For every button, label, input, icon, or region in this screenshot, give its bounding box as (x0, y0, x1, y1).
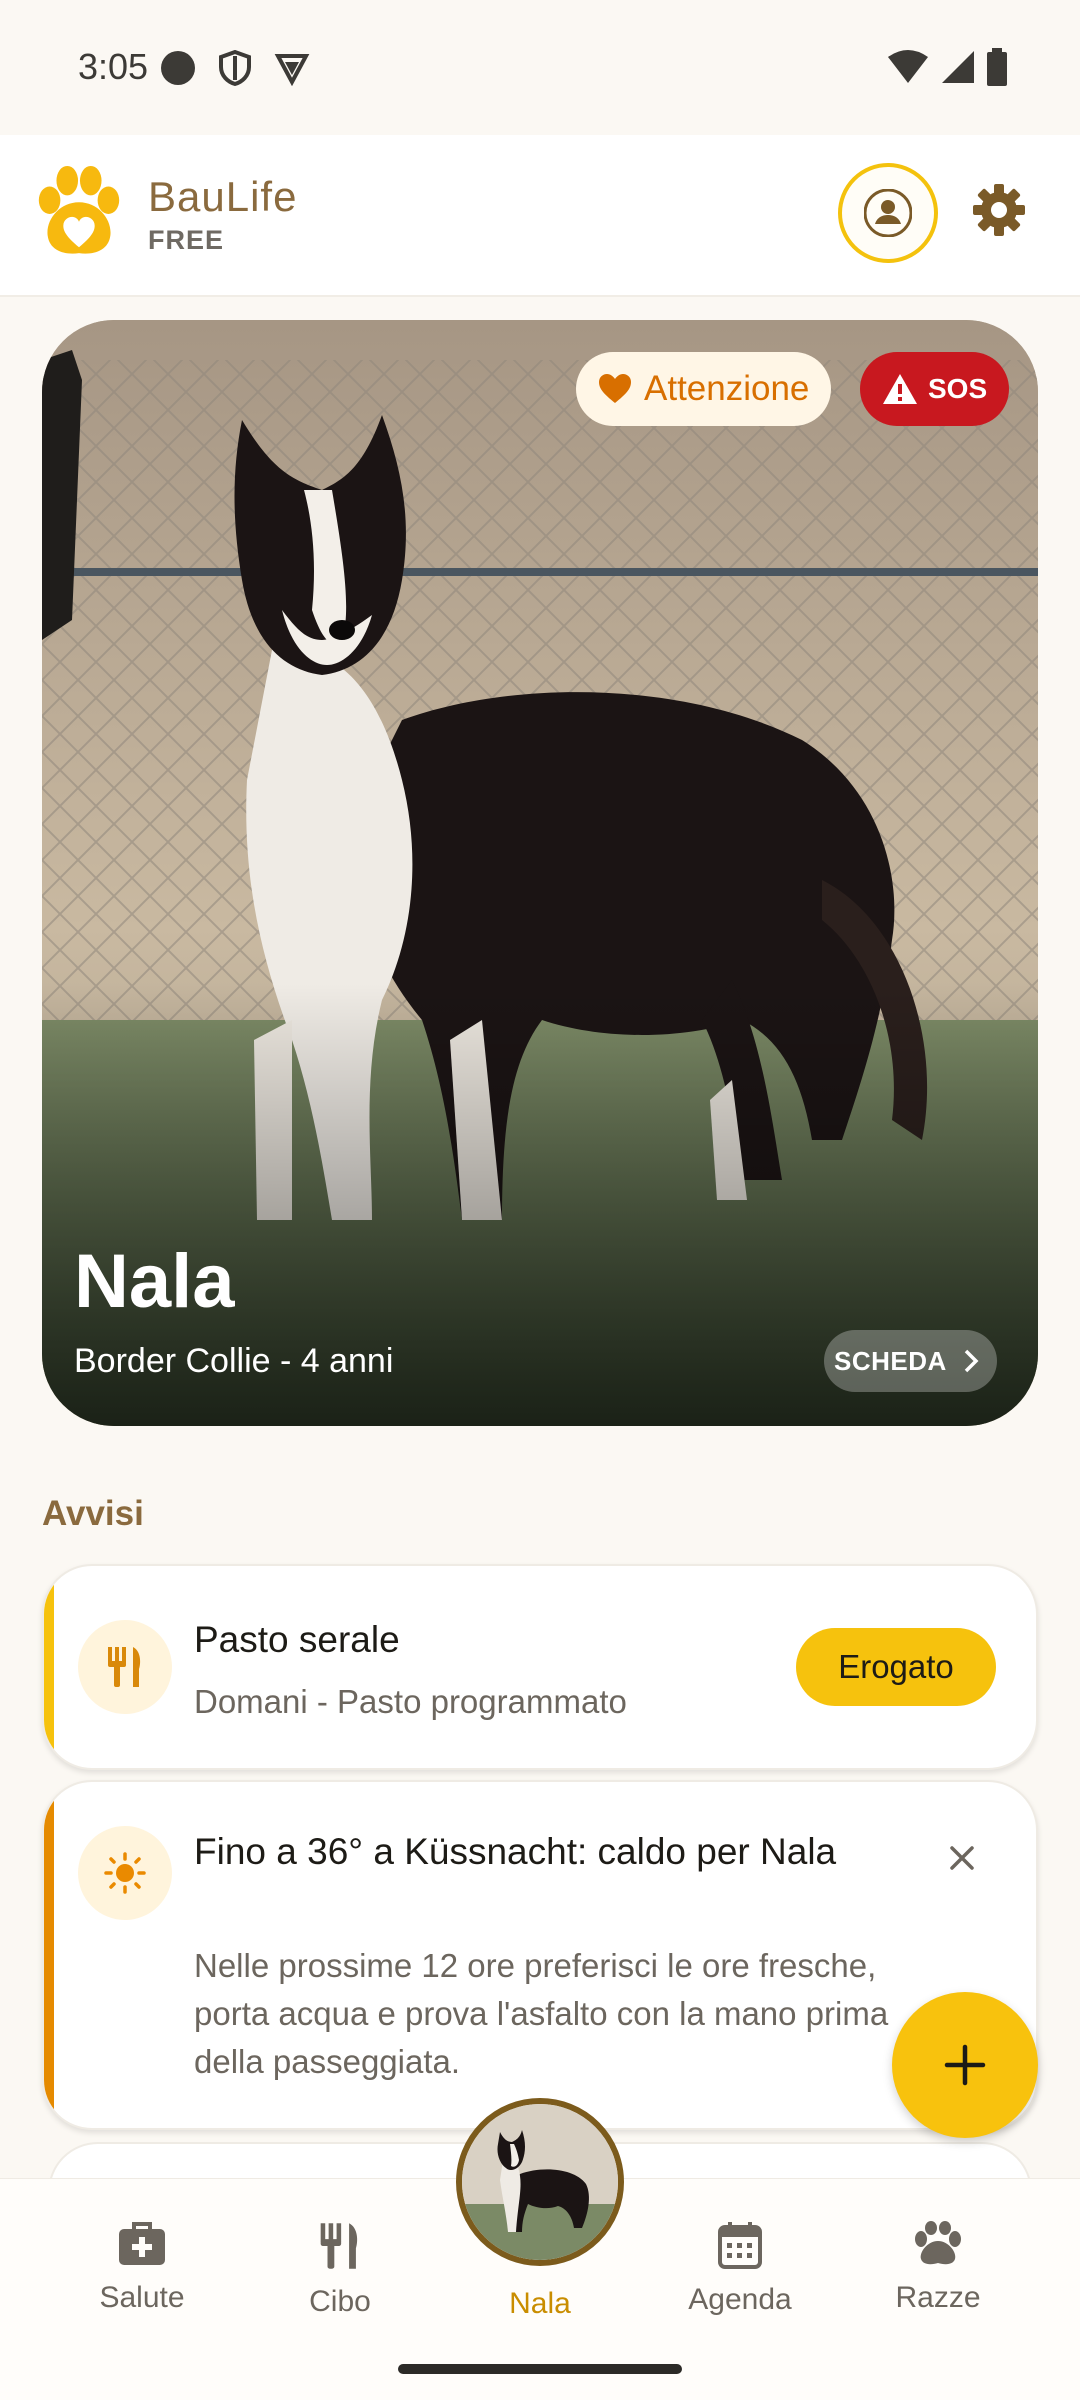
status-time: 3:05 (78, 46, 149, 87)
heart-icon (599, 374, 631, 403)
alert-icon-wrap (78, 1620, 172, 1714)
gear-icon (973, 184, 1025, 236)
pet-details-label: SCHEDA (834, 1345, 947, 1376)
plus-icon (944, 2044, 986, 2086)
battery-icon (987, 48, 1007, 86)
alert-icon-wrap (78, 1826, 172, 1920)
alert-text: Nelle prossime 12 ore preferisci le ore … (194, 1947, 889, 2080)
app-header: BauLife FREE (0, 135, 1080, 297)
alerts-section-title: Avvisi (42, 1494, 144, 1533)
settings-button[interactable] (968, 179, 1030, 241)
profile-button[interactable] (838, 163, 938, 263)
alert-text: Domani - Pasto programmato (194, 1683, 627, 1720)
status-icons-left (160, 50, 310, 86)
nav-label: Agenda (688, 2283, 792, 2316)
paw-icon (915, 2221, 961, 2265)
pet-breed-age: Border Collie - 4 anni (74, 1342, 394, 1380)
sos-label: SOS (928, 373, 988, 404)
status-bar: 3:05 (0, 0, 1080, 135)
utensils-icon (108, 1647, 141, 1687)
app-name: BauLife (148, 173, 298, 220)
pet-avatar-nav-button[interactable] (456, 2098, 624, 2266)
vpn-icon (274, 54, 310, 86)
calendar-icon (718, 2222, 762, 2269)
warning-icon (883, 374, 917, 404)
mark-fed-label: Erogato (838, 1648, 954, 1685)
plan-tier-label: FREE (148, 225, 225, 255)
pet-avatar (462, 2104, 618, 2260)
circle-icon (161, 51, 195, 85)
nav-item-salute[interactable]: Salute (62, 2221, 222, 2315)
utensils-icon (320, 2223, 358, 2269)
nav-label: Razze (895, 2281, 981, 2314)
pet-details-button[interactable]: SCHEDA (824, 1330, 997, 1392)
nav-item-cibo[interactable]: Cibo (260, 2221, 420, 2319)
attention-badge[interactable]: Attenzione (576, 352, 832, 426)
status-icons-right (886, 48, 1008, 86)
close-icon (950, 1846, 974, 1870)
attention-badge-label: Attenzione (644, 369, 810, 408)
alert-card-meal[interactable]: Pasto serale Domani - Pasto programmato … (42, 1564, 1038, 1770)
dismiss-alert-button[interactable] (934, 1830, 990, 1886)
nav-item-agenda[interactable]: Agenda (660, 2221, 820, 2317)
alert-accent-stripe (44, 1566, 54, 1768)
alert-title: Pasto serale (194, 1619, 400, 1660)
mark-fed-button[interactable]: Erogato (796, 1628, 996, 1706)
nav-label: Cibo (309, 2285, 371, 2318)
paw-heart-icon (38, 165, 120, 254)
chevron-right-icon (964, 1349, 979, 1373)
pet-name: Nala (74, 1239, 235, 1324)
alert-title: Fino a 36° a Küssnacht: caldo per Nala (194, 1831, 837, 1872)
shield-icon (219, 50, 251, 86)
alert-card-heat[interactable]: Fino a 36° a Küssnacht: caldo per Nala N… (42, 1780, 1038, 2130)
nav-item-razze[interactable]: Razze (858, 2221, 1018, 2315)
medkit-icon (119, 2222, 165, 2265)
nav-item-nala[interactable]: Nala (460, 2287, 620, 2321)
person-icon (864, 189, 912, 237)
wifi-icon (888, 50, 928, 83)
home-indicator[interactable] (398, 2364, 682, 2374)
alert-accent-stripe (44, 1782, 54, 2128)
sos-button[interactable]: SOS (860, 352, 1010, 426)
pet-hero-card[interactable]: Attenzione SOS Nala Border Collie - 4 an… (42, 320, 1038, 1426)
nav-label: Salute (99, 2281, 185, 2314)
nav-label: Nala (509, 2287, 571, 2320)
add-fab-button[interactable] (892, 1992, 1038, 2138)
sun-icon (104, 1852, 146, 1894)
signal-icon (942, 51, 974, 83)
